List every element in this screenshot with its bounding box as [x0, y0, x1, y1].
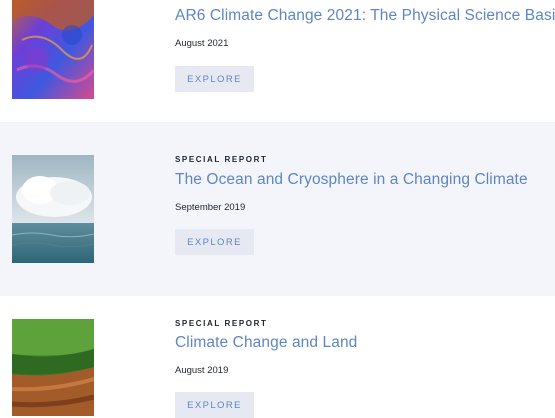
- report-cover-image[interactable]: [12, 319, 94, 416]
- report-date: August 2019: [175, 365, 229, 376]
- explore-button[interactable]: EXPLORE: [175, 66, 254, 92]
- report-type-label: SPECIAL REPORT: [175, 155, 268, 164]
- report-title[interactable]: Climate Change and Land: [175, 333, 547, 353]
- report-card: AR6 Climate Change 2021: The Physical Sc…: [0, 0, 555, 122]
- report-date: August 2021: [175, 38, 229, 49]
- explore-button[interactable]: EXPLORE: [175, 229, 254, 255]
- explore-button[interactable]: EXPLORE: [175, 392, 254, 418]
- report-date: September 2019: [175, 202, 246, 213]
- report-title[interactable]: The Ocean and Cryosphere in a Changing C…: [175, 170, 547, 190]
- report-type-label: SPECIAL REPORT: [175, 319, 268, 328]
- report-card: SPECIAL REPORT The Ocean and Cryosphere …: [0, 122, 555, 296]
- report-cover-image[interactable]: [12, 155, 94, 263]
- report-cover-image[interactable]: [12, 0, 94, 99]
- report-title[interactable]: AR6 Climate Change 2021: The Physical Sc…: [175, 6, 555, 26]
- report-card: SPECIAL REPORT Climate Change and Land A…: [0, 296, 555, 418]
